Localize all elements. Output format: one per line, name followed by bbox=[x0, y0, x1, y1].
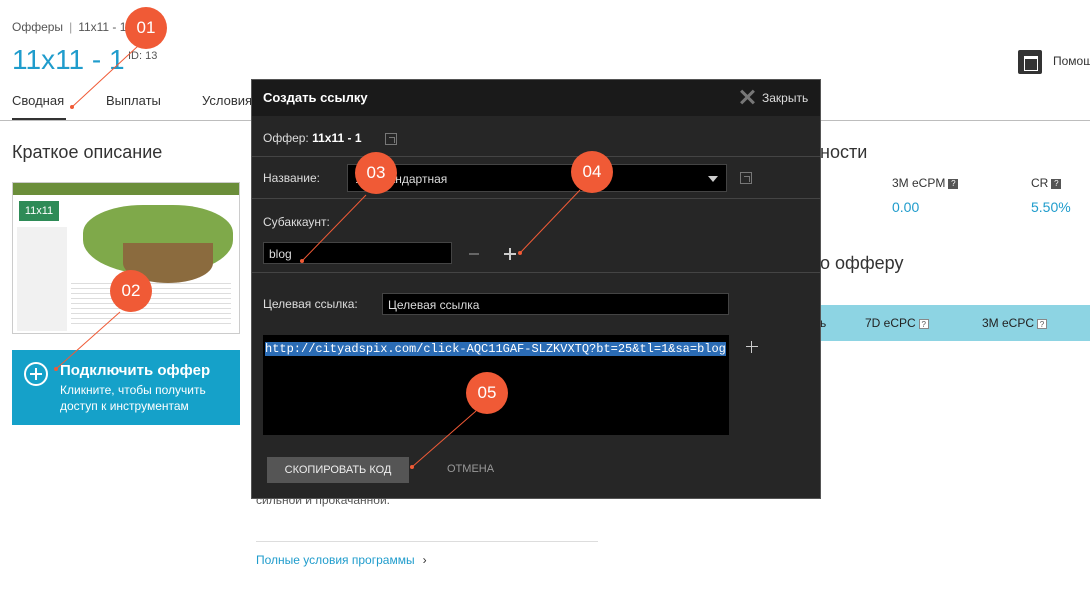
annotation-marker-05: 05 bbox=[466, 372, 508, 414]
annotation-dot bbox=[300, 259, 304, 263]
annotation-marker-02: 02 bbox=[110, 270, 152, 312]
annotation-lines bbox=[55, 45, 581, 468]
annotation-marker-03: 03 bbox=[355, 152, 397, 194]
annotation-marker-04: 04 bbox=[571, 151, 613, 193]
annotation-dot bbox=[70, 105, 74, 109]
annotation-dot bbox=[518, 251, 522, 255]
annotation-dot bbox=[410, 465, 414, 469]
annotation-marker-01: 01 bbox=[125, 7, 167, 49]
annotation-dot bbox=[54, 367, 58, 371]
